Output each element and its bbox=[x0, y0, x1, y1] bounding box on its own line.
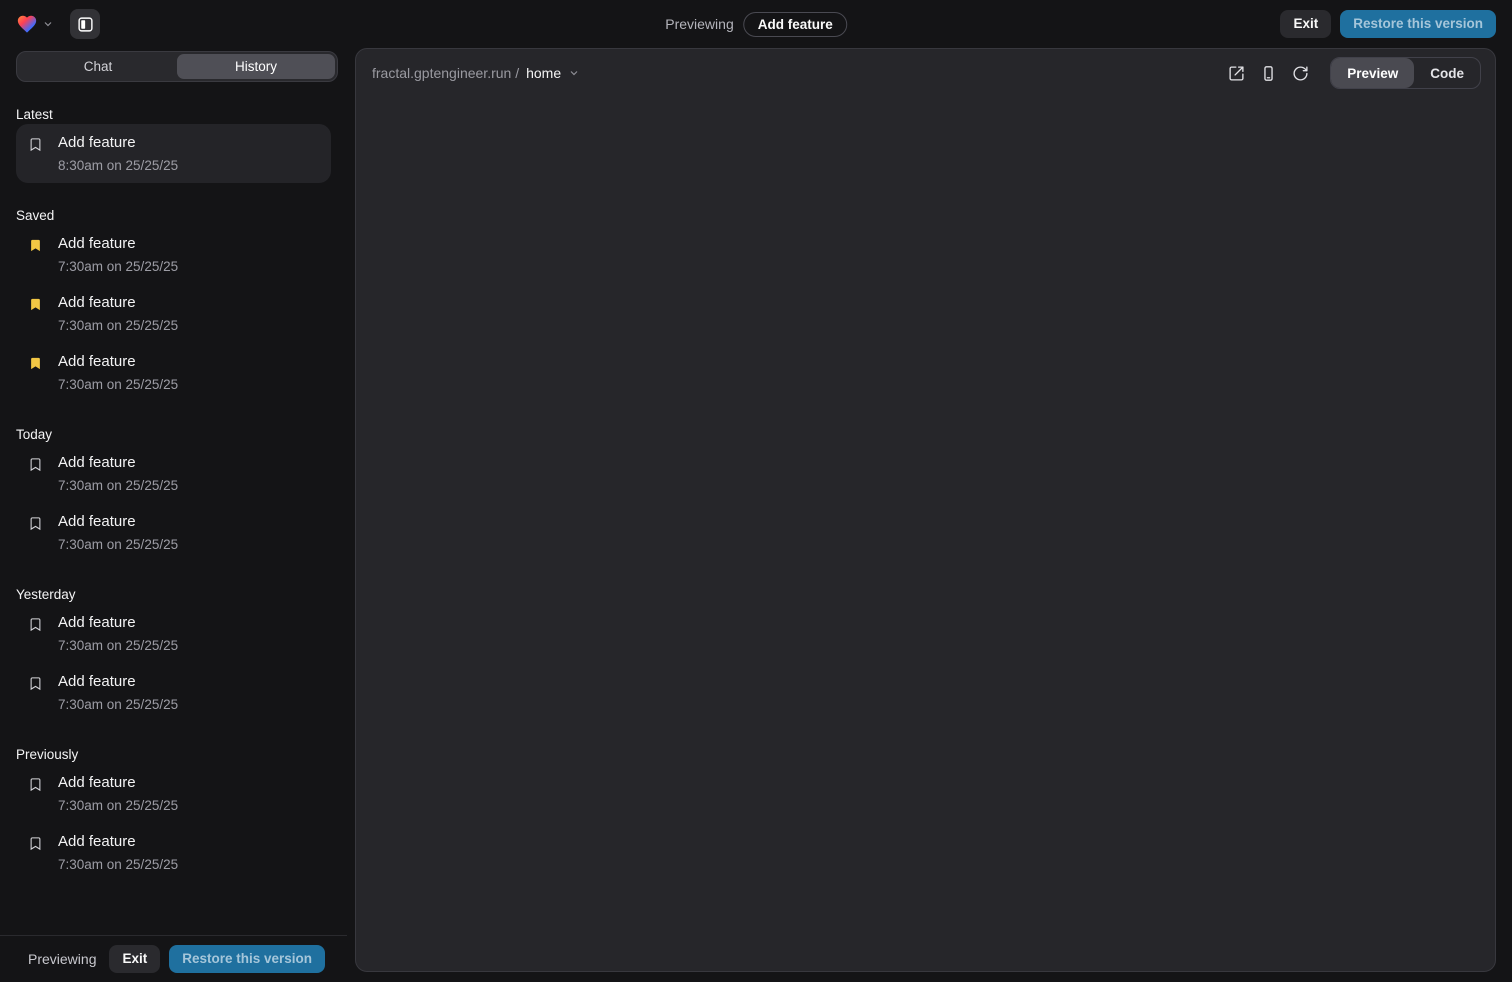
history-item[interactable]: Add feature 7:30am on 25/25/25 bbox=[16, 764, 331, 823]
sidebar-tab-chat[interactable]: Chat bbox=[19, 54, 177, 79]
history-item-title: Add feature bbox=[58, 453, 178, 473]
history-item-title: Add feature bbox=[58, 672, 178, 692]
bookmark-icon[interactable] bbox=[28, 237, 43, 275]
preview-panel: fractal.gptengineer.run / home bbox=[355, 48, 1496, 972]
logo-menu-button[interactable] bbox=[16, 13, 54, 35]
preview-actions: PreviewCode bbox=[1222, 57, 1481, 89]
bookmark-icon[interactable] bbox=[28, 515, 43, 553]
history-item[interactable]: Add feature 7:30am on 25/25/25 bbox=[16, 343, 331, 402]
history-item-time: 7:30am on 25/25/25 bbox=[58, 637, 178, 654]
history-item-time: 7:30am on 25/25/25 bbox=[58, 376, 178, 393]
refresh-button[interactable] bbox=[1286, 59, 1314, 87]
history-item[interactable]: Add feature 7:30am on 25/25/25 bbox=[16, 225, 331, 284]
bookmark-icon[interactable] bbox=[28, 136, 43, 174]
exit-button[interactable]: Exit bbox=[1280, 10, 1331, 38]
footer-exit-button[interactable]: Exit bbox=[109, 945, 160, 973]
history-item-title: Add feature bbox=[58, 133, 178, 153]
footer-previewing-label: Previewing bbox=[28, 951, 96, 967]
history-item-text: Add feature 7:30am on 25/25/25 bbox=[58, 234, 178, 275]
history-item-text: Add feature 7:30am on 25/25/25 bbox=[58, 672, 178, 713]
footer-restore-version-button[interactable]: Restore this version bbox=[169, 945, 325, 973]
preview-url-page: home bbox=[526, 65, 561, 81]
open-in-new-tab-icon bbox=[1228, 65, 1245, 82]
history-list[interactable]: Latest Add feature 8:30am on 25/25/25 Sa… bbox=[0, 82, 347, 935]
open-in-new-tab-button[interactable] bbox=[1222, 59, 1250, 87]
bookmark-icon[interactable] bbox=[28, 616, 43, 654]
history-item[interactable]: Add feature 8:30am on 25/25/25 bbox=[16, 124, 331, 183]
history-item-time: 7:30am on 25/25/25 bbox=[58, 856, 178, 873]
mode-segment-preview[interactable]: Preview bbox=[1331, 58, 1414, 88]
topbar-right-group: Exit Restore this version bbox=[1280, 10, 1496, 38]
topbar-left-group bbox=[16, 9, 100, 39]
chevron-down-icon bbox=[568, 67, 580, 79]
preview-url-prefix: fractal.gptengineer.run / bbox=[372, 65, 519, 81]
history-item-text: Add feature 8:30am on 25/25/25 bbox=[58, 133, 178, 174]
history-item-title: Add feature bbox=[58, 234, 178, 254]
history-item-time: 7:30am on 25/25/25 bbox=[58, 696, 178, 713]
history-item[interactable]: Add feature 7:30am on 25/25/25 bbox=[16, 823, 331, 882]
history-section-header: Today bbox=[16, 427, 331, 442]
bookmark-icon[interactable] bbox=[28, 296, 43, 334]
history-item-title: Add feature bbox=[58, 773, 178, 793]
chevron-down-icon bbox=[42, 18, 54, 30]
history-item[interactable]: Add feature 7:30am on 25/25/25 bbox=[16, 604, 331, 663]
preview-url-selector[interactable]: fractal.gptengineer.run / home bbox=[372, 65, 580, 81]
history-item-title: Add feature bbox=[58, 293, 178, 313]
history-item-text: Add feature 7:30am on 25/25/25 bbox=[58, 832, 178, 873]
bookmark-icon[interactable] bbox=[28, 675, 43, 713]
history-item-title: Add feature bbox=[58, 512, 178, 532]
history-item-time: 7:30am on 25/25/25 bbox=[58, 536, 178, 553]
history-item-title: Add feature bbox=[58, 352, 178, 372]
heart-logo bbox=[16, 13, 38, 35]
history-item-title: Add feature bbox=[58, 613, 178, 633]
history-section-header: Latest bbox=[16, 107, 331, 122]
sidebar-toggle-button[interactable] bbox=[70, 9, 100, 39]
history-section-header: Yesterday bbox=[16, 587, 331, 602]
history-item-text: Add feature 7:30am on 25/25/25 bbox=[58, 613, 178, 654]
sidebar-tab-history[interactable]: History bbox=[177, 54, 335, 79]
history-item-text: Add feature 7:30am on 25/25/25 bbox=[58, 773, 178, 814]
previewing-label: Previewing bbox=[665, 16, 733, 32]
preview-status-group: Previewing Add feature bbox=[665, 0, 847, 48]
preview-code-toggle: PreviewCode bbox=[1330, 57, 1481, 89]
chat-history-tabs: ChatHistory bbox=[16, 51, 338, 82]
mobile-view-button[interactable] bbox=[1254, 59, 1282, 87]
refresh-icon bbox=[1292, 65, 1309, 82]
bookmark-icon[interactable] bbox=[28, 456, 43, 494]
history-sidebar: ChatHistory Latest Add feature 8:30am on… bbox=[0, 48, 347, 982]
history-section-header: Previously bbox=[16, 747, 331, 762]
sidebar-footer: Previewing Exit Restore this version bbox=[0, 935, 347, 982]
history-item[interactable]: Add feature 7:30am on 25/25/25 bbox=[16, 663, 331, 722]
preview-topbar: fractal.gptengineer.run / home bbox=[356, 49, 1495, 97]
history-item[interactable]: Add feature 7:30am on 25/25/25 bbox=[16, 444, 331, 503]
bookmark-icon[interactable] bbox=[28, 776, 43, 814]
history-item-time: 7:30am on 25/25/25 bbox=[58, 317, 178, 334]
panel-left-icon bbox=[77, 16, 94, 33]
history-item-time: 8:30am on 25/25/25 bbox=[58, 157, 178, 174]
history-item[interactable]: Add feature 7:30am on 25/25/25 bbox=[16, 284, 331, 343]
mode-segment-code[interactable]: Code bbox=[1414, 58, 1480, 88]
bookmark-icon[interactable] bbox=[28, 835, 43, 873]
app-topbar: Previewing Add feature Exit Restore this… bbox=[0, 0, 1512, 48]
history-item[interactable]: Add feature 7:30am on 25/25/25 bbox=[16, 503, 331, 562]
history-section-header: Saved bbox=[16, 208, 331, 223]
history-item-text: Add feature 7:30am on 25/25/25 bbox=[58, 453, 178, 494]
history-item-text: Add feature 7:30am on 25/25/25 bbox=[58, 512, 178, 553]
version-pill[interactable]: Add feature bbox=[744, 12, 847, 37]
history-item-time: 7:30am on 25/25/25 bbox=[58, 477, 178, 494]
preview-viewport[interactable] bbox=[356, 97, 1495, 971]
bookmark-icon[interactable] bbox=[28, 355, 43, 393]
history-item-time: 7:30am on 25/25/25 bbox=[58, 797, 178, 814]
history-item-time: 7:30am on 25/25/25 bbox=[58, 258, 178, 275]
history-item-title: Add feature bbox=[58, 832, 178, 852]
mobile-view-icon bbox=[1260, 65, 1277, 82]
history-item-text: Add feature 7:30am on 25/25/25 bbox=[58, 352, 178, 393]
history-item-text: Add feature 7:30am on 25/25/25 bbox=[58, 293, 178, 334]
restore-version-button[interactable]: Restore this version bbox=[1340, 10, 1496, 38]
